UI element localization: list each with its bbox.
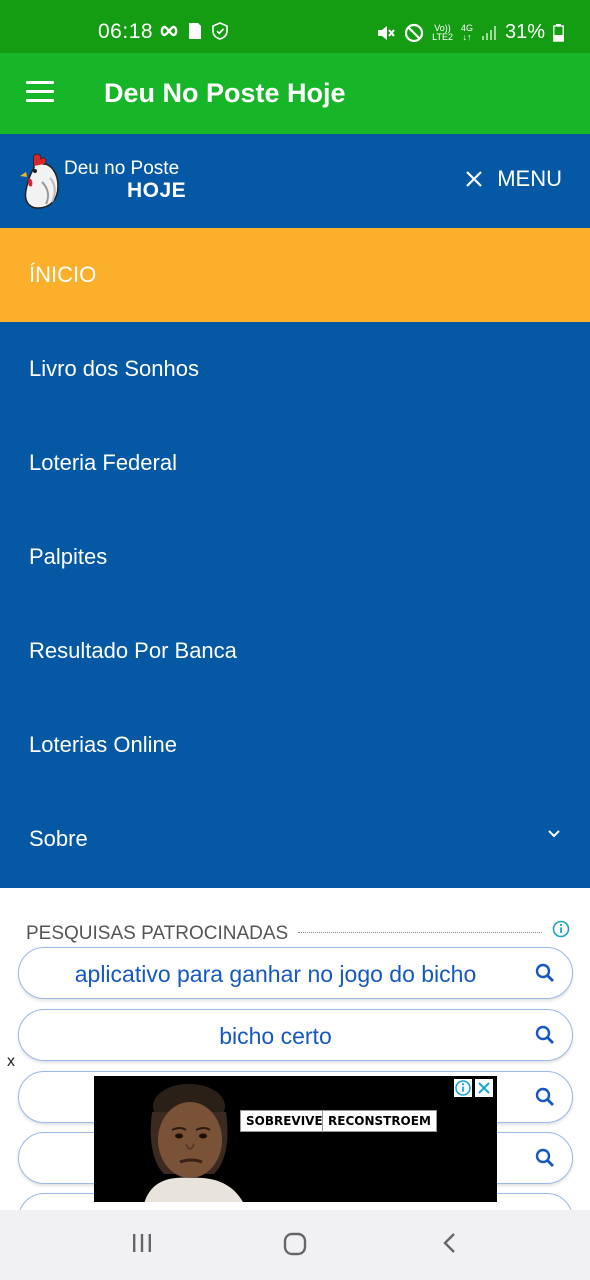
- ad-choices: [454, 1079, 493, 1097]
- nav-item-label: Loterias Online: [29, 732, 177, 757]
- volte-bottom-text: LTE2: [432, 31, 453, 42]
- close-ad-button[interactable]: x: [7, 1053, 15, 1071]
- nav-item-label: Sobre: [29, 826, 88, 851]
- hamburger-menu-icon[interactable]: [26, 81, 54, 103]
- chevron-down-icon[interactable]: [548, 830, 560, 838]
- infinity-icon: [160, 25, 178, 37]
- status-bar: 06:18 Vo)) LTE2 4G ↓↑ 31%: [0, 0, 590, 53]
- signal-icon: [481, 25, 496, 40]
- nav-item-label: Palpites: [29, 544, 108, 569]
- info-icon[interactable]: [552, 920, 570, 938]
- do-not-disturb-icon: [405, 23, 424, 42]
- menu-label: MENU: [497, 166, 562, 191]
- system-navigation-bar: [0, 1210, 590, 1280]
- nav-item-resultado-por-banca[interactable]: Resultado Por Banca: [0, 604, 590, 698]
- nav-item-loterias-online[interactable]: Loterias Online: [0, 698, 590, 792]
- nav-item-label: Resultado Por Banca: [29, 638, 237, 663]
- app-bar: Deu No Poste Hoje: [0, 53, 590, 134]
- sponsored-search-item[interactable]: aplicativo para ganhar no jogo do bicho: [18, 947, 573, 999]
- app-title: Deu No Poste Hoje: [104, 78, 346, 108]
- site-header: Deu no Poste HOJE MENU: [0, 134, 590, 228]
- nav-item-sobre[interactable]: Sobre: [0, 792, 590, 886]
- search-icon: [535, 1148, 554, 1167]
- ad-person-image: [144, 1084, 243, 1202]
- search-icon: [535, 963, 554, 982]
- close-menu-button[interactable]: MENU: [465, 166, 562, 192]
- ad-info-icon[interactable]: [454, 1079, 472, 1097]
- dotted-divider: [298, 932, 542, 933]
- search-icon: [535, 1025, 554, 1044]
- nav-item-label: Loteria Federal: [29, 450, 177, 475]
- mute-icon: [378, 25, 395, 40]
- data-arrows: ↓↑: [462, 31, 472, 42]
- 4g-icon: 4G ↓↑: [461, 23, 473, 42]
- battery-percent: 31%: [504, 21, 545, 43]
- recent-apps-icon[interactable]: [131, 1232, 153, 1254]
- nav-item-livro-dos-sonhos[interactable]: Livro dos Sonhos: [0, 322, 590, 416]
- sponsored-search-text: aplicativo para ganhar no jogo do bicho: [74, 961, 477, 987]
- shield-check-icon: [212, 22, 228, 40]
- battery-icon: [553, 23, 564, 42]
- home-icon[interactable]: [283, 1232, 307, 1256]
- nav-item-label: ÍNICIO: [29, 262, 97, 287]
- nav-item-loteria-federal[interactable]: Loteria Federal: [0, 416, 590, 510]
- ad-tag: RECONSTROEM: [322, 1110, 437, 1132]
- sponsored-search-item[interactable]: bicho certo: [18, 1009, 573, 1061]
- close-icon: [466, 171, 482, 187]
- nav-item-label: Livro dos Sonhos: [29, 356, 199, 381]
- nav-item-inicio[interactable]: ÍNICIO: [0, 228, 590, 322]
- volte-icon: Vo)) LTE2: [432, 23, 453, 42]
- status-left-icons: [160, 22, 228, 40]
- sim-card-icon: [189, 23, 201, 39]
- rooster-logo-icon: [20, 153, 59, 209]
- logo-text-line1: Deu no Poste: [64, 158, 180, 179]
- status-time: 06:18: [98, 20, 154, 43]
- search-icon: [535, 1087, 554, 1106]
- ad-banner[interactable]: SOBREVIVEM RECONSTROEM: [94, 1076, 497, 1202]
- logo-text-line2: HOJE: [127, 179, 187, 202]
- sponsored-label: PESQUISAS PATROCINADAS: [26, 923, 289, 944]
- sponsored-search-text: bicho certo: [219, 1023, 332, 1049]
- status-right-icons: Vo)) LTE2 4G ↓↑ 31%: [376, 21, 564, 44]
- back-icon[interactable]: [440, 1232, 458, 1254]
- nav-item-palpites[interactable]: Palpites: [0, 510, 590, 604]
- site-logo[interactable]: Deu no Poste HOJE: [20, 152, 200, 212]
- ad-close-icon[interactable]: [475, 1079, 493, 1097]
- nav-menu: ÍNICIO Livro dos Sonhos Loteria Federal …: [0, 228, 590, 888]
